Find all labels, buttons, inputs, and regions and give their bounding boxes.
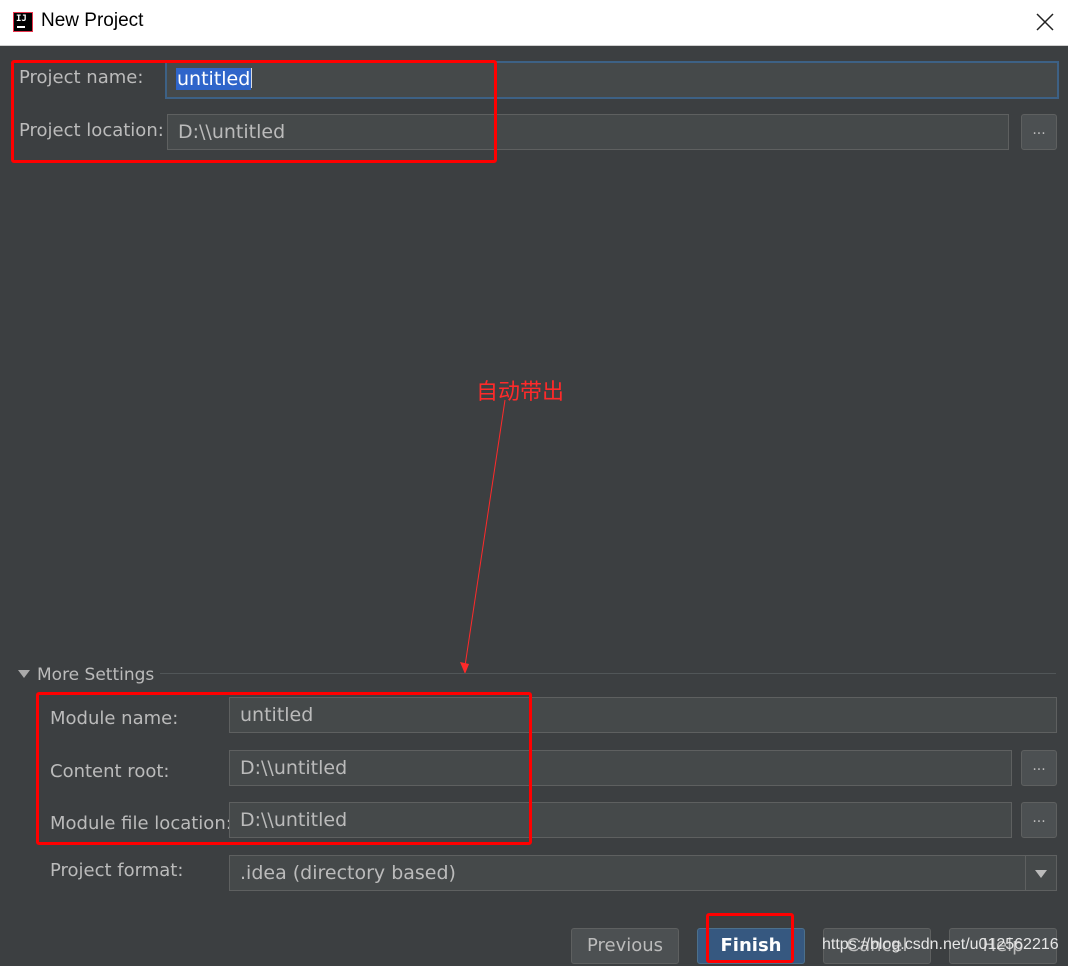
watermark-text: https://blog.csdn.net/u012562216 xyxy=(822,936,1059,953)
close-icon xyxy=(1036,13,1054,31)
content-root-field[interactable]: D:\\untitled xyxy=(229,750,1012,786)
finish-button[interactable]: Finish xyxy=(697,928,805,964)
module-file-location-label: Module file location: xyxy=(50,813,232,834)
annotation-text: 自动带出 xyxy=(476,380,565,405)
project-name-value: untitled xyxy=(176,68,252,90)
more-settings-divider xyxy=(160,673,1056,674)
more-settings-toggle[interactable]: More Settings xyxy=(18,665,154,685)
project-format-select[interactable]: .idea (directory based) xyxy=(229,855,1057,891)
more-settings-label: More Settings xyxy=(37,665,155,685)
project-format-dropdown[interactable] xyxy=(1025,856,1057,890)
module-file-location-field[interactable]: D:\\untitled xyxy=(229,802,1012,838)
text-caret xyxy=(251,68,253,88)
project-name-field[interactable]: untitled xyxy=(165,61,1059,99)
project-location-label: Project location: xyxy=(19,120,164,141)
window-titlebar: IJ New Project xyxy=(0,0,1068,46)
module-name-label: Module name: xyxy=(50,708,179,729)
window-title: New Project xyxy=(41,10,144,31)
module-file-location-browse-button[interactable]: ... xyxy=(1021,802,1057,838)
content-root-browse-button[interactable]: ... xyxy=(1021,750,1057,786)
project-format-label: Project format: xyxy=(50,860,184,881)
project-name-label: Project name: xyxy=(19,67,144,88)
previous-button[interactable]: Previous xyxy=(571,928,679,964)
project-location-browse-button[interactable]: ... xyxy=(1021,114,1057,150)
collapse-triangle-icon xyxy=(18,670,30,678)
project-format-value: .idea (directory based) xyxy=(240,862,456,884)
project-location-field[interactable]: D:\\untitled xyxy=(167,114,1009,150)
module-name-field[interactable]: untitled xyxy=(229,697,1057,733)
close-button[interactable] xyxy=(1020,0,1068,45)
chevron-down-icon xyxy=(1035,870,1047,878)
content-root-label: Content root: xyxy=(50,761,170,782)
intellij-idea-icon: IJ xyxy=(13,12,33,32)
